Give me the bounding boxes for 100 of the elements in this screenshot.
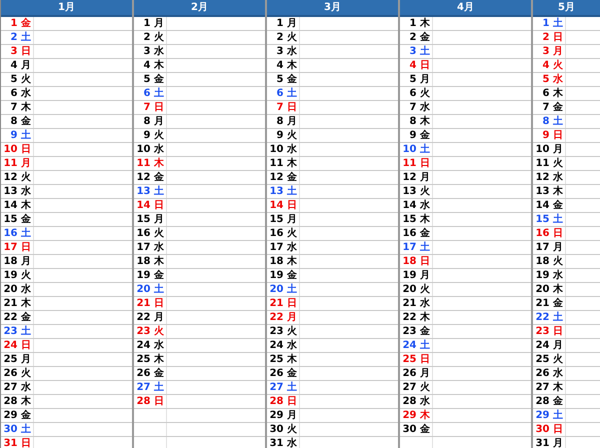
date-label: 17 土 [402, 242, 430, 254]
date-label: 9 火 [276, 130, 297, 142]
date-label: 25 火 [536, 354, 563, 366]
date-label: 27 土 [270, 382, 297, 394]
date-label: 23 火 [270, 326, 297, 338]
date-label: 9 土 [10, 130, 31, 142]
date-label: 20 土 [270, 284, 297, 296]
date-label: 16 火 [136, 228, 164, 240]
date-label: 23 火 [136, 326, 164, 338]
date-label: 7 木 [10, 102, 31, 114]
date-label: 11 木 [136, 158, 164, 170]
date-label: 14 木 [4, 200, 31, 212]
date-label: 19 水 [536, 270, 563, 282]
date-label: 10 月 [536, 144, 563, 156]
date-label: 7 金 [542, 102, 563, 114]
date-label: 4 木 [276, 60, 297, 72]
date-label: 27 土 [136, 382, 164, 394]
date-label: 2 金 [410, 32, 430, 44]
date-label: 1 月 [144, 18, 164, 30]
date-label: 13 土 [136, 186, 164, 198]
date-label: 1 金 [10, 18, 31, 30]
date-label: 6 土 [144, 88, 164, 100]
date-label: 25 月 [4, 354, 31, 366]
date-label: 22 金 [4, 312, 31, 324]
date-label: 13 水 [4, 186, 31, 198]
date-label: 8 木 [410, 116, 430, 128]
date-label: 11 月 [4, 158, 31, 170]
date-label: 26 火 [4, 368, 31, 380]
date-label: 23 金 [402, 326, 430, 338]
date-label: 19 金 [136, 270, 164, 282]
date-label: 22 土 [536, 312, 563, 324]
date-label: 5 火 [10, 74, 31, 86]
date-label: 18 月 [4, 256, 31, 268]
date-label: 23 日 [536, 326, 563, 338]
date-label: 31 日 [4, 438, 31, 448]
date-label: 3 日 [10, 46, 31, 58]
date-label: 1 土 [542, 18, 563, 30]
date-label: 16 火 [270, 228, 297, 240]
date-label: 30 金 [402, 424, 430, 436]
date-label: 16 金 [402, 228, 430, 240]
month-header: 4月 [400, 0, 531, 17]
date-label: 25 木 [270, 354, 297, 366]
date-label: 15 月 [270, 214, 297, 226]
date-label: 10 水 [136, 144, 164, 156]
date-label: 24 土 [402, 340, 430, 352]
date-label: 12 金 [136, 172, 164, 184]
date-label: 28 日 [136, 396, 164, 408]
date-label: 10 日 [4, 144, 31, 156]
date-label: 9 火 [144, 130, 164, 142]
date-label: 16 土 [4, 228, 31, 240]
date-label: 27 木 [536, 382, 563, 394]
date-label: 1 木 [410, 18, 430, 30]
date-label: 14 金 [536, 200, 563, 212]
date-label: 8 土 [542, 116, 563, 128]
date-label: 5 月 [410, 74, 430, 86]
date-label: 20 木 [536, 284, 563, 296]
date-label: 22 木 [402, 312, 430, 324]
date-label: 26 水 [536, 368, 563, 380]
date-label: 17 水 [270, 242, 297, 254]
date-label: 18 木 [270, 256, 297, 268]
date-label: 8 月 [276, 116, 297, 128]
date-label: 9 日 [542, 130, 563, 142]
date-label: 6 木 [542, 88, 563, 100]
date-label: 11 日 [402, 158, 430, 170]
date-label: 20 火 [402, 284, 430, 296]
date-label: 18 日 [402, 256, 430, 268]
date-label: 19 火 [4, 270, 31, 282]
date-label: 13 土 [270, 186, 297, 198]
date-label: 21 日 [270, 298, 297, 310]
date-label: 20 土 [136, 284, 164, 296]
date-label: 15 土 [536, 214, 563, 226]
date-label: 24 水 [136, 340, 164, 352]
date-label: 29 月 [270, 410, 297, 422]
date-label: 24 月 [536, 340, 563, 352]
date-label: 5 水 [542, 74, 563, 86]
date-label: 2 火 [276, 32, 297, 44]
date-label: 2 土 [10, 32, 31, 44]
date-label: 2 日 [542, 32, 563, 44]
date-label: 19 月 [402, 270, 430, 282]
date-label: 31 月 [536, 438, 563, 448]
date-label: 5 金 [144, 74, 164, 86]
date-label: 13 火 [402, 186, 430, 198]
month-header: 2月 [134, 0, 265, 17]
date-label: 15 月 [136, 214, 164, 226]
date-label: 31 水 [270, 438, 297, 448]
date-label: 14 日 [136, 200, 164, 212]
date-label: 30 火 [270, 424, 297, 436]
date-label: 13 木 [536, 186, 563, 198]
date-label: 29 木 [402, 410, 430, 422]
date-label: 5 金 [276, 74, 297, 86]
date-label: 7 日 [144, 102, 164, 114]
date-label: 1 月 [276, 18, 297, 30]
date-label: 27 水 [4, 382, 31, 394]
date-label: 18 火 [536, 256, 563, 268]
date-label: 14 日 [270, 200, 297, 212]
date-label: 18 木 [136, 256, 164, 268]
date-label: 3 月 [542, 46, 563, 58]
date-label: 2 火 [144, 32, 164, 44]
date-label: 8 金 [10, 116, 31, 128]
date-label: 4 日 [410, 60, 430, 72]
